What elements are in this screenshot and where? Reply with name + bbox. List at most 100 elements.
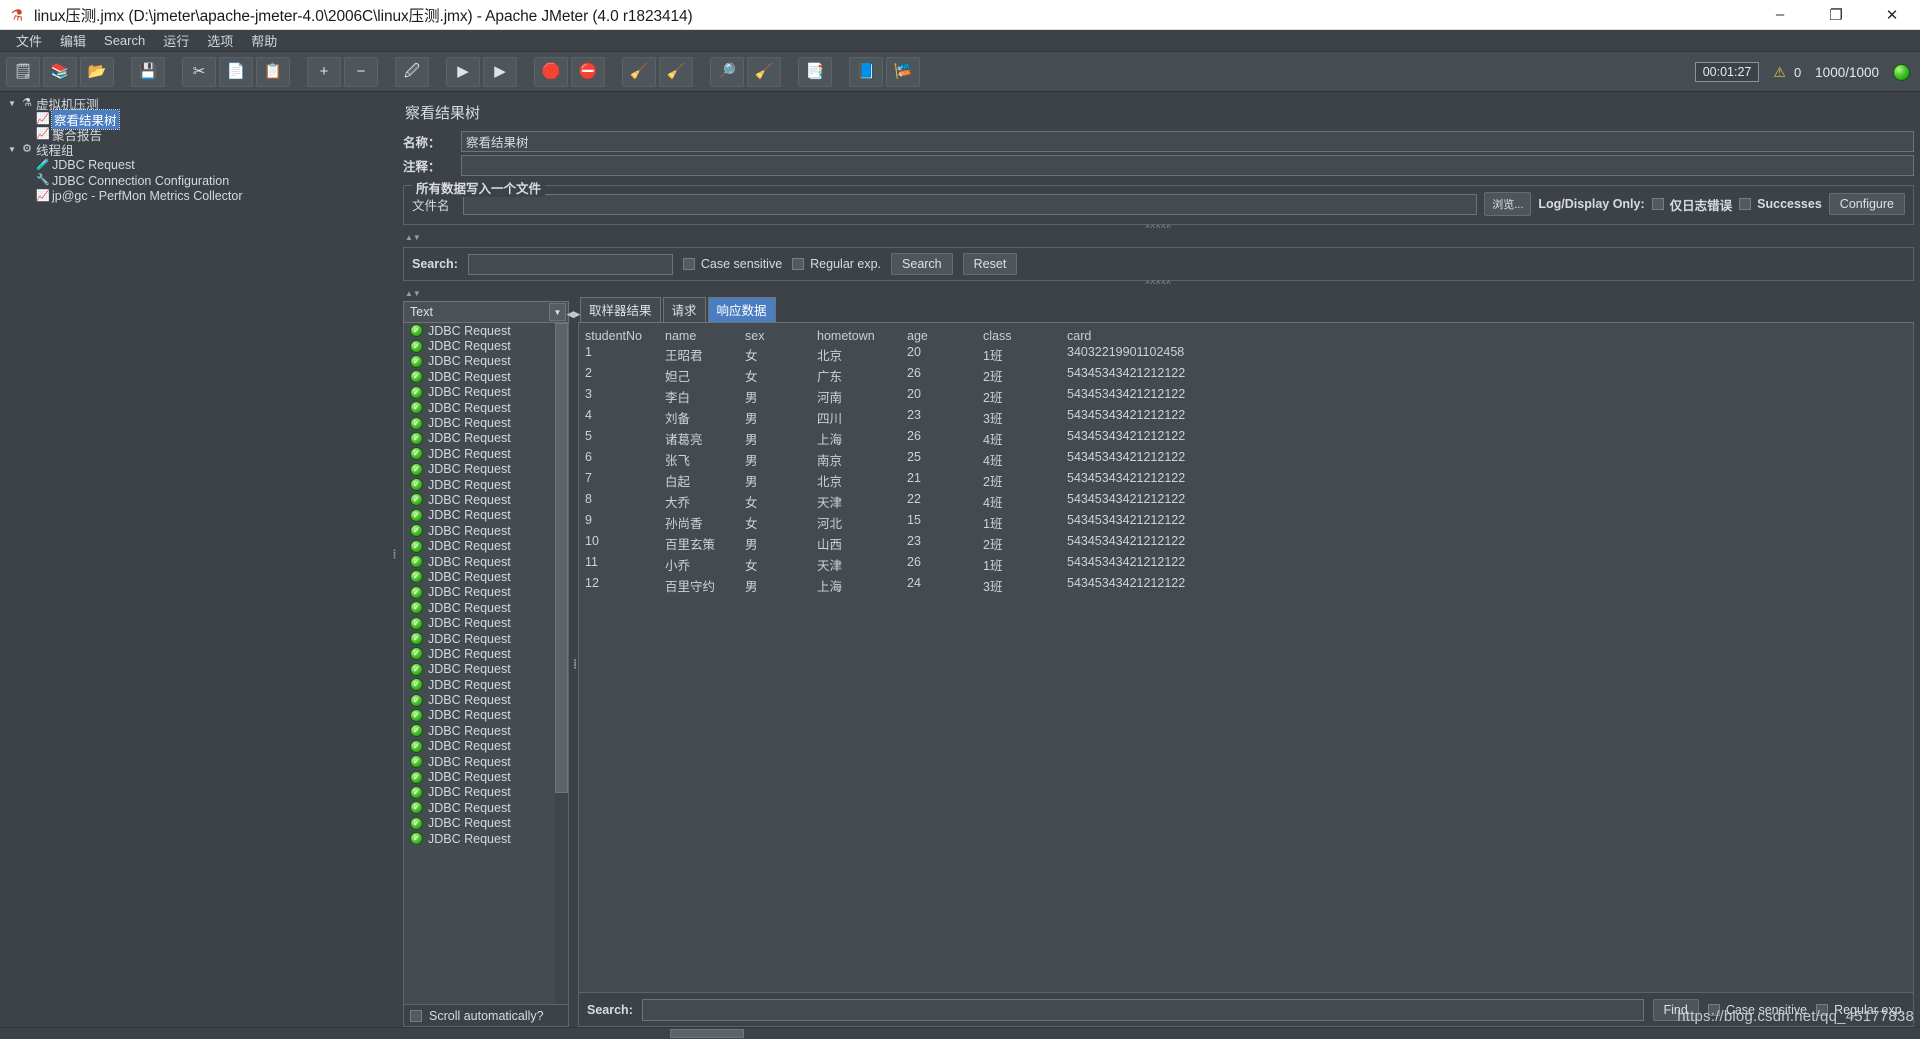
undo-button[interactable]: 🎏	[886, 56, 920, 87]
detail-case-sensitive-row[interactable]: Case sensitive	[1707, 1003, 1807, 1017]
new-test-plan-button[interactable]: 🗒	[6, 56, 40, 87]
tree-item-jdbc-request[interactable]: ▼🧪JDBC Request	[0, 158, 394, 173]
stop-button[interactable]: 🛑	[534, 56, 568, 87]
copy-button[interactable]: 📄	[219, 56, 253, 87]
menu-options[interactable]: 选项	[198, 29, 242, 52]
tree-item-perfmon-metrics-collector[interactable]: ▼📈jp@gc - PerfMon Metrics Collector	[0, 188, 394, 203]
toggle-button[interactable]: 🖉	[395, 56, 429, 87]
detail-search-input[interactable]	[641, 998, 1644, 1021]
list-item[interactable]: JDBC Request	[404, 431, 568, 446]
minimize-button[interactable]: –	[1752, 0, 1808, 30]
filename-input[interactable]	[463, 193, 1478, 215]
expand-all-button[interactable]: +	[307, 56, 341, 87]
renderer-select[interactable]: Text ▼	[403, 301, 569, 323]
successes-checkbox-row[interactable]: Successes	[1739, 197, 1822, 211]
search-submit-button[interactable]: Search	[891, 253, 953, 275]
close-button[interactable]: ✕	[1864, 0, 1920, 30]
list-item[interactable]: JDBC Request	[404, 800, 568, 815]
list-item[interactable]: JDBC Request	[404, 739, 568, 754]
shutdown-button[interactable]: ⛔	[571, 56, 605, 87]
tree-item-jdbc-connection-configuration[interactable]: ▼🔧JDBC Connection Configuration	[0, 173, 394, 188]
help-button[interactable]: 📘	[849, 56, 883, 87]
results-list-scroll-thumb[interactable]	[555, 323, 568, 793]
list-item[interactable]: JDBC Request	[404, 754, 568, 769]
list-item[interactable]: JDBC Request	[404, 615, 568, 630]
detail-case-sensitive-checkbox[interactable]	[1707, 1003, 1720, 1016]
list-item[interactable]: JDBC Request	[404, 769, 568, 784]
browse-button[interactable]: 浏览...	[1484, 192, 1532, 216]
results-detail-splitter[interactable]: ◀▶ ••••	[567, 301, 581, 1027]
tree-item-thread-group[interactable]: ▼ ⚙ 线程组	[0, 142, 394, 159]
errors-only-checkbox-row[interactable]: 仅日志错误	[1651, 195, 1732, 214]
detail-regular-exp-checkbox[interactable]	[1816, 1003, 1829, 1016]
errors-only-checkbox[interactable]	[1651, 198, 1664, 210]
list-item[interactable]: JDBC Request	[404, 585, 568, 600]
test-plan-tree[interactable]: ▼⚗虚拟机压测▼📈察看结果树▼📈聚合报告▼⚙线程组▼🧪JDBC Request▼…	[0, 92, 397, 1027]
search-input[interactable]	[467, 253, 673, 275]
list-item[interactable]: JDBC Request	[404, 677, 568, 692]
list-item[interactable]: JDBC Request	[404, 646, 568, 661]
results-list-scrollbar[interactable]	[555, 323, 568, 1004]
collapse-all-button[interactable]: −	[344, 56, 378, 87]
reset-search-button[interactable]: 🧹	[747, 56, 781, 87]
cut-button[interactable]: ✂	[182, 56, 216, 87]
list-item[interactable]: JDBC Request	[404, 492, 568, 507]
list-item[interactable]: JDBC Request	[404, 569, 568, 584]
splitter-collapse-arrows-icon[interactable]: ◀▶	[567, 309, 581, 320]
list-item[interactable]: JDBC Request	[404, 462, 568, 477]
tab-request[interactable]: 请求	[662, 297, 706, 322]
list-item[interactable]: JDBC Request	[404, 631, 568, 646]
search-reset-button[interactable]: Reset	[962, 253, 1018, 275]
start-no-timers-button[interactable]: ▶	[483, 56, 517, 87]
menu-run[interactable]: 运行	[154, 29, 198, 52]
search-case-sensitive-row[interactable]: Case sensitive	[682, 257, 782, 271]
list-item[interactable]: JDBC Request	[404, 662, 568, 677]
chevron-down-icon[interactable]: ▼	[549, 303, 566, 321]
scroll-automatically-checkbox[interactable]	[410, 1009, 422, 1022]
list-item[interactable]: JDBC Request	[404, 354, 568, 369]
templates-button[interactable]: 📚	[43, 56, 77, 87]
tab-response-data[interactable]: 响应数据	[707, 297, 776, 322]
clear-all-button[interactable]: 🧹	[659, 56, 693, 87]
sample-results-list[interactable]: JDBC RequestJDBC RequestJDBC RequestJDBC…	[403, 323, 569, 1005]
list-item[interactable]: JDBC Request	[404, 508, 568, 523]
detail-regular-exp-row[interactable]: Regular exp.	[1816, 1003, 1905, 1017]
configure-button[interactable]: Configure	[1828, 193, 1905, 215]
list-item[interactable]: JDBC Request	[404, 323, 568, 338]
search-resize-dots[interactable]: ^^^^^	[403, 280, 1914, 289]
list-item[interactable]: JDBC Request	[404, 708, 568, 723]
function-helper-button[interactable]: 📑	[798, 56, 832, 87]
comment-input[interactable]	[461, 155, 1914, 176]
list-item[interactable]: JDBC Request	[404, 400, 568, 415]
paste-button[interactable]: 📋	[256, 56, 290, 87]
list-item[interactable]: JDBC Request	[404, 523, 568, 538]
clear-button[interactable]: 🧹	[622, 56, 656, 87]
list-item[interactable]: JDBC Request	[404, 723, 568, 738]
list-item[interactable]: JDBC Request	[404, 446, 568, 461]
response-data-view[interactable]: studentNo name sex hometown age class card 1 王昭君…	[578, 323, 1914, 993]
list-item[interactable]: JDBC Request	[404, 477, 568, 492]
collapse-expand-toggle[interactable]: ▲▼	[403, 232, 1914, 243]
list-item[interactable]: JDBC Request	[404, 692, 568, 707]
warning-triangle-icon[interactable]: ⚠	[1773, 64, 1786, 81]
scroll-automatically-row[interactable]: Scroll automatically?	[403, 1005, 569, 1027]
list-item[interactable]: JDBC Request	[404, 600, 568, 615]
list-item[interactable]: JDBC Request	[404, 831, 568, 846]
successes-checkbox[interactable]	[1739, 198, 1752, 210]
list-item[interactable]: JDBC Request	[404, 538, 568, 553]
search-case-sensitive-checkbox[interactable]	[682, 258, 695, 270]
search-button[interactable]: 🔎	[710, 56, 744, 87]
list-item[interactable]: JDBC Request	[404, 385, 568, 400]
maximize-button[interactable]: ❐	[1808, 0, 1864, 30]
menu-file[interactable]: 文件	[7, 29, 51, 52]
tree-expand-toggle-icon[interactable]: ▼	[6, 99, 18, 108]
list-item[interactable]: JDBC Request	[404, 338, 568, 353]
horizontal-scroll-thumb[interactable]	[670, 1029, 744, 1038]
list-item[interactable]: JDBC Request	[404, 554, 568, 569]
name-input[interactable]: 察看结果树	[461, 131, 1914, 152]
tree-splitter-handle[interactable]: ••••	[390, 92, 397, 1027]
find-button[interactable]: Find	[1652, 998, 1699, 1021]
tab-sampler-result[interactable]: 取样器结果	[580, 297, 661, 322]
tree-expand-toggle-icon[interactable]: ▼	[6, 145, 18, 154]
splitter-grip-icon[interactable]: ••••	[571, 659, 578, 669]
